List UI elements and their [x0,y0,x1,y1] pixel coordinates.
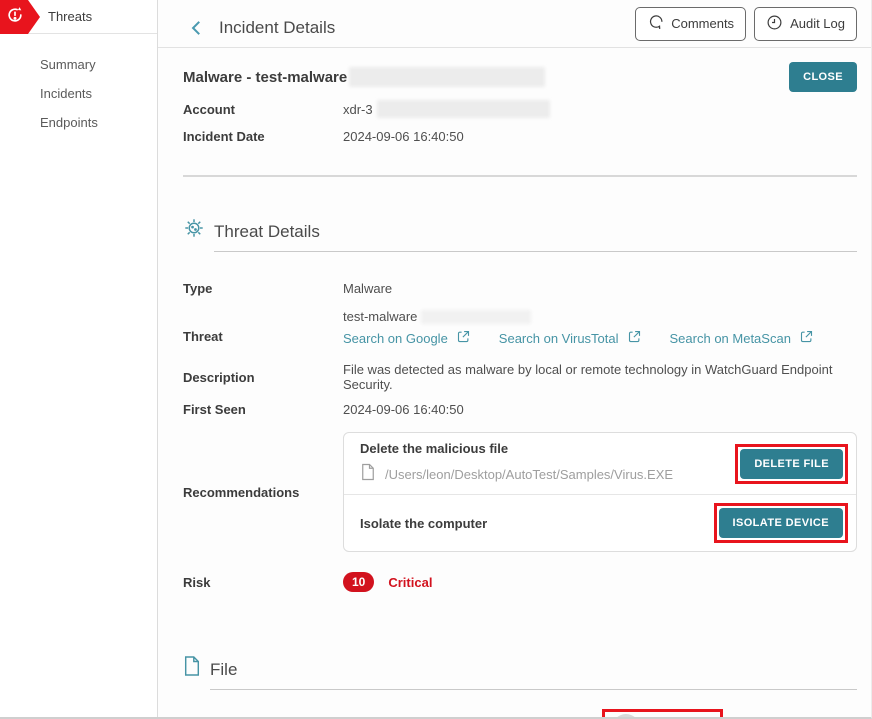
redacted-area [377,100,550,118]
external-link-icon [799,329,814,347]
section-divider [183,175,857,177]
search-google-link[interactable]: Search on Google [343,329,471,347]
incident-date-label: Incident Date [183,129,343,144]
incident-title: Malware - test-malware [183,69,347,86]
external-link-icon [456,329,471,347]
recommendation-delete-file: Delete the malicious file /Users/leon/De… [344,433,856,494]
type-value: Malware [343,281,392,296]
account-label: Account [183,102,343,117]
back-button[interactable] [188,19,206,37]
app-window: Threats Summary Incidents Endpoints Inci… [0,0,872,719]
risk-row: Risk 10 Critical [183,572,857,592]
first-seen-row: First Seen 2024-09-06 16:40:50 [183,400,857,418]
virus-icon [183,217,205,252]
search-virustotal-link[interactable]: Search on VirusTotal [499,329,642,347]
recommendation-path-line: /Users/leon/Desktop/AutoTest/Samples/Vir… [360,463,735,486]
external-link-icon [627,329,642,347]
account-value-text: xdr-3 [343,102,373,117]
incident-date-value: 2024-09-06 16:40:50 [343,129,464,144]
audit-log-button[interactable]: Audit Log [754,7,857,41]
type-row: Type Malware [183,279,857,297]
recommendation-delete-file-info: Delete the malicious file /Users/leon/De… [360,441,735,486]
threat-search-links: Search on Google Search on VirusTotal [343,329,814,347]
risk-label: Risk [183,575,343,590]
file-title-line: File [210,660,857,690]
topbar-buttons: Comments Audit Log [635,7,857,41]
search-metascan-link-label: Search on MetaScan [670,331,791,346]
threat-details-header: Threat Details [183,217,857,252]
account-value: xdr-3 [343,100,550,118]
isolate-device-button[interactable]: ISOLATE DEVICE [719,508,843,538]
threat-details-title: Threat Details [214,222,320,241]
first-seen-value: 2024-09-06 16:40:50 [343,402,464,417]
recommendations-box: Delete the malicious file /Users/leon/De… [343,432,857,552]
threat-value-block: test-malware Search on Google [343,309,814,347]
threat-label: Threat [183,329,343,347]
threat-row: Threat test-malware Search on Google [183,309,857,347]
search-metascan-link[interactable]: Search on MetaScan [670,329,814,347]
risk-value: 10 Critical [343,572,432,592]
risk-level: Critical [388,575,432,590]
incident-summary-section: Malware - test-malware CLOSE Account xdr… [158,63,871,177]
page-title: Incident Details [219,18,335,38]
incident-date-row: Incident Date 2024-09-06 16:40:50 [183,127,857,145]
type-label: Type [183,281,343,296]
comment-bubble-icon [647,14,664,34]
description-label: Description [183,370,343,385]
close-button[interactable]: CLOSE [789,62,857,92]
threats-banner [0,0,40,34]
recommendations-label: Recommendations [183,485,343,500]
highlight-box: Delete file [602,709,723,719]
file-section-title: File [210,660,237,679]
description-row: Description File was detected as malware… [183,362,857,392]
first-seen-label: First Seen [183,402,343,417]
sidebar-title: Threats [48,9,92,24]
sidebar-item-incidents[interactable]: Incidents [0,79,157,108]
search-google-link-label: Search on Google [343,331,448,346]
account-row: Account xdr-3 [183,100,857,118]
threat-value-text: test-malware [343,309,417,324]
highlight-box: ISOLATE DEVICE [714,503,848,543]
recommendation-title: Isolate the computer [360,516,714,531]
sidebar: Threats Summary Incidents Endpoints [0,0,158,717]
delete-file-button[interactable]: DELETE FILE [740,449,843,479]
description-value: File was detected as malware by local or… [343,362,857,392]
sidebar-item-summary[interactable]: Summary [0,50,157,79]
sidebar-item-endpoints[interactable]: Endpoints [0,108,157,137]
incident-title-row: Malware - test-malware CLOSE [183,63,857,91]
comments-button[interactable]: Comments [635,7,746,41]
main-panel: Incident Details Comments [158,0,871,717]
redacted-area [349,67,545,87]
recommendation-isolate: Isolate the computer ISOLATE DEVICE [344,494,856,551]
sidebar-nav: Summary Incidents Endpoints [0,34,157,137]
threat-details-title-line: Threat Details [214,222,857,252]
threat-alert-icon [5,5,25,30]
comments-button-label: Comments [671,16,734,31]
redacted-area [421,310,531,324]
threat-details-section: Type Malware Threat test-malware Search … [158,279,871,592]
risk-score-badge: 10 [343,572,374,592]
highlight-box: DELETE FILE [735,444,848,484]
audit-log-button-label: Audit Log [790,16,845,31]
recommendation-path: /Users/leon/Desktop/AutoTest/Samples/Vir… [385,467,673,482]
recommendation-title: Delete the malicious file [360,441,735,456]
threat-value: test-malware [343,309,814,324]
document-icon [183,655,201,690]
clock-icon [766,14,783,34]
file-actions-button[interactable] [612,714,640,719]
file-section-header: File [183,655,857,690]
topbar: Incident Details Comments [158,0,871,48]
recommendation-isolate-info: Isolate the computer [360,516,714,531]
file-icon [360,463,376,486]
sidebar-header: Threats [0,0,157,34]
search-virustotal-link-label: Search on VirusTotal [499,331,619,346]
recommendations-row: Recommendations Delete the malicious fil… [183,432,857,552]
